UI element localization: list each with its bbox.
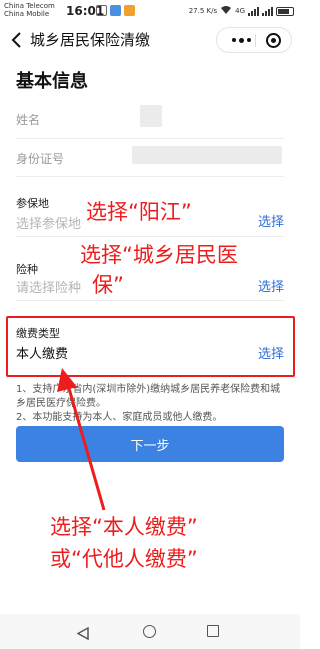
mini-program-capsule	[216, 27, 292, 53]
signal-icon-2	[262, 6, 273, 16]
divider	[16, 236, 284, 237]
system-recent-apps-icon[interactable]	[207, 625, 219, 637]
annotation-select-medical-line2: 保”	[92, 273, 124, 297]
status-bar: China Telecom China Mobile 16:01 27.5 K/…	[0, 0, 300, 22]
annotation-select-payment-line2: 或“代他人缴费”	[50, 547, 198, 571]
insured-place-select-link[interactable]: 选择	[258, 211, 284, 230]
system-back-icon[interactable]	[76, 625, 89, 641]
payment-type-select-link[interactable]: 选择	[258, 343, 284, 362]
capsule-divider	[255, 34, 256, 47]
status-right: 27.5 K/s 4G	[189, 5, 294, 17]
message-notification-icon	[124, 5, 135, 16]
name-value-blurred	[140, 105, 162, 127]
insurance-type-title: 险种	[16, 263, 38, 276]
carrier-1: China Telecom	[4, 2, 55, 10]
annotation-select-yangjiang: 选择“阳江”	[86, 200, 192, 224]
signal-icon	[248, 6, 259, 16]
section-title: 基本信息	[16, 71, 88, 92]
payment-type-value[interactable]: 本人缴费	[16, 343, 68, 362]
divider	[16, 176, 284, 177]
note-1: 1、支持广东省内(深圳市除外)缴纳城乡居民养老保险费和城乡居民医疗保险费。	[16, 384, 281, 409]
notification-icons	[96, 5, 135, 16]
close-mini-program-icon[interactable]	[266, 33, 281, 48]
annotation-select-payment-line1: 选择“本人缴费”	[50, 515, 198, 539]
carrier-labels: China Telecom China Mobile	[4, 2, 55, 18]
annotation-select-medical-line1: 选择“城乡居民医	[80, 243, 238, 267]
divider	[16, 300, 284, 301]
carrier-2: China Mobile	[4, 10, 50, 18]
insurance-type-placeholder[interactable]: 请选择险种	[16, 277, 81, 296]
insured-place-title: 参保地	[16, 197, 49, 210]
divider	[16, 138, 284, 139]
more-icon[interactable]	[227, 28, 255, 52]
insured-place-placeholder[interactable]: 选择参保地	[16, 213, 81, 232]
note-2: 2、本功能支持为本人、家庭成员或他人缴费。	[16, 412, 223, 423]
system-nav-bar	[0, 614, 300, 649]
system-home-icon[interactable]	[143, 625, 156, 638]
next-step-button[interactable]: 下一步	[16, 426, 284, 462]
sim-icon	[96, 5, 107, 16]
payment-type-title: 缴费类型	[16, 327, 60, 340]
battery-icon	[276, 6, 294, 16]
id-number-value-blurred	[132, 146, 282, 164]
page-title: 城乡居民保险清缴	[30, 31, 151, 49]
name-label: 姓名	[16, 113, 41, 127]
wifi-icon	[220, 5, 232, 17]
network-type: 4G	[235, 7, 245, 15]
app-notification-icon	[110, 5, 121, 16]
back-icon[interactable]	[8, 29, 28, 51]
insurance-type-select-link[interactable]: 选择	[258, 276, 284, 295]
nav-bar: 城乡居民保险清缴	[0, 22, 300, 58]
id-number-label: 身份证号	[16, 152, 65, 166]
network-speed: 27.5 K/s	[188, 7, 218, 15]
